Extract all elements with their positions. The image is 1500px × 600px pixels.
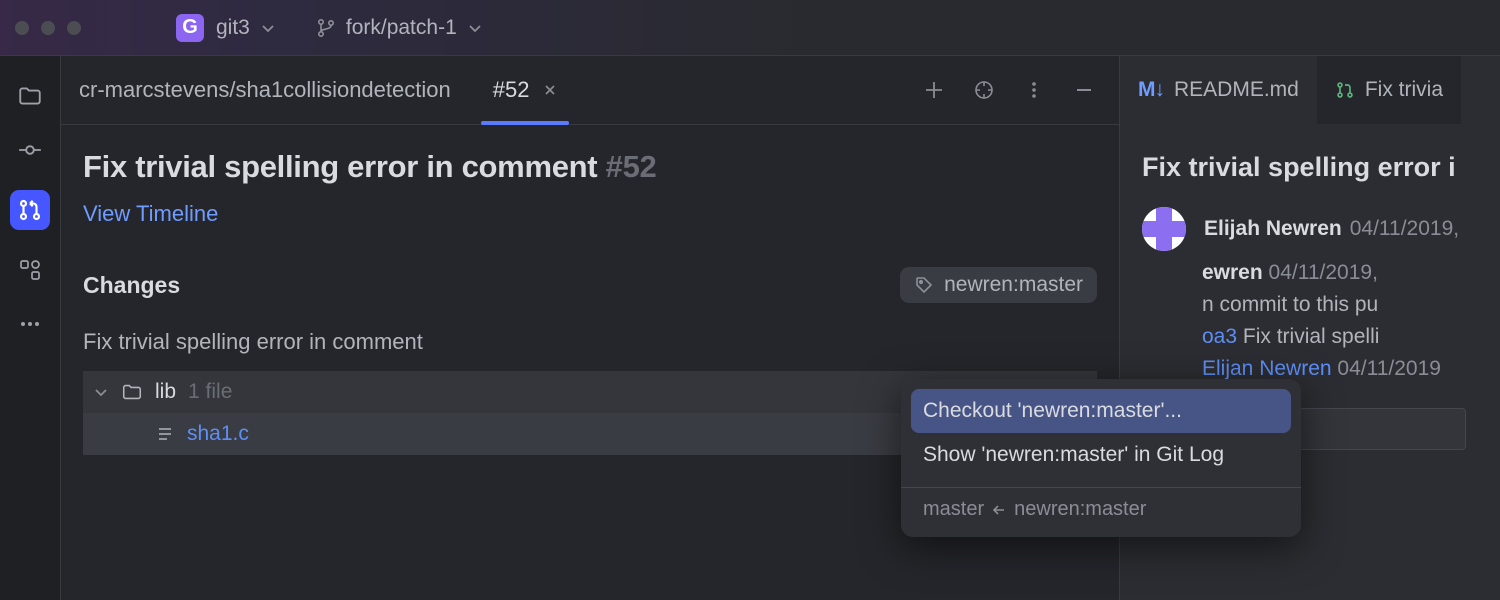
rail-pull-requests[interactable] [10,190,50,230]
right-tabs: M↓ README.md Fix trivia [1120,56,1500,124]
rail-more[interactable] [16,310,44,338]
left-rail [0,56,61,600]
tab-label: #52 [493,77,530,103]
timeline-event: ewren 04/11/2019, n commit to this pu oa… [1202,261,1500,381]
main-area: cr-marcstevens/sha1collisiondetection #5… [0,56,1500,600]
view-timeline-link[interactable]: View Timeline [83,201,218,227]
changes-heading: Changes [83,272,180,299]
pull-request-icon [1335,80,1355,100]
commit-author-link[interactable]: Elijan Newren [1202,357,1332,380]
new-button[interactable] [919,75,949,105]
branch-selector[interactable]: fork/patch-1 [316,16,483,40]
author-name: Elijah Newren [1204,217,1342,240]
tab-pr-detail[interactable]: Fix trivia [1317,56,1461,124]
chevron-down-icon [260,20,276,36]
kebab-menu[interactable] [1019,75,1049,105]
traffic-close[interactable] [15,21,29,35]
pr-number: #52 [606,149,657,184]
rail-folder[interactable] [16,82,44,110]
file-count: 1 file [188,380,232,404]
titlebar: G git3 fork/patch-1 [0,0,1500,56]
tab-readme[interactable]: M↓ README.md [1120,56,1317,124]
window-controls [15,21,81,35]
traffic-zoom[interactable] [67,21,81,35]
pr-content: Fix trivial spelling error in comment #5… [61,125,1119,455]
arrow-left-icon [992,503,1006,517]
tab-bar: cr-marcstevens/sha1collisiondetection #5… [61,56,1119,125]
menu-show-git-log[interactable]: Show 'newren:master' in Git Log [901,433,1301,477]
file-icon [155,424,175,444]
target-button[interactable] [969,75,999,105]
pr-description: Fix trivial spelling error in comment [83,329,1097,355]
folder-icon [121,381,143,403]
menu-checkout[interactable]: Checkout 'newren:master'... [911,389,1291,433]
right-title: Fix trivial spelling error i [1142,152,1478,183]
repo-name: git3 [216,16,250,40]
commit-hash[interactable]: oa3 [1202,325,1237,348]
folder-name: lib [155,380,176,404]
file-name: sha1.c [187,422,249,446]
branch-tag-label: newren:master [944,273,1083,297]
timeline-author-node: Elijah Newren 04/11/2019, [1142,207,1500,251]
close-icon[interactable] [543,83,557,97]
repo-badge: G [176,14,204,42]
changes-header: Changes newren:master [83,267,1097,303]
chevron-down-icon [93,384,109,400]
chevron-down-icon [467,20,483,36]
rail-apps[interactable] [16,256,44,284]
author-date: 04/11/2019, [1350,217,1459,240]
branch-tag[interactable]: newren:master [900,267,1097,303]
menu-separator [901,487,1301,488]
pr-title: Fix trivial spelling error in comment #5… [83,149,1097,185]
menu-merge-info: master newren:master [901,498,1301,521]
breadcrumb[interactable]: cr-marcstevens/sha1collisiondetection [79,77,451,103]
markdown-icon: M↓ [1138,78,1164,102]
avatar [1142,207,1186,251]
branch-name: fork/patch-1 [346,16,457,40]
tag-icon [914,275,934,295]
traffic-minimize[interactable] [41,21,55,35]
collapse-button[interactable] [1069,75,1099,105]
context-menu: Checkout 'newren:master'... Show 'newren… [901,379,1301,537]
rail-commit[interactable] [16,136,44,164]
center-pane: cr-marcstevens/sha1collisiondetection #5… [61,56,1119,600]
tab-pr-52[interactable]: #52 [481,56,570,124]
repo-selector[interactable]: git3 [216,16,276,40]
branch-icon [316,18,336,38]
